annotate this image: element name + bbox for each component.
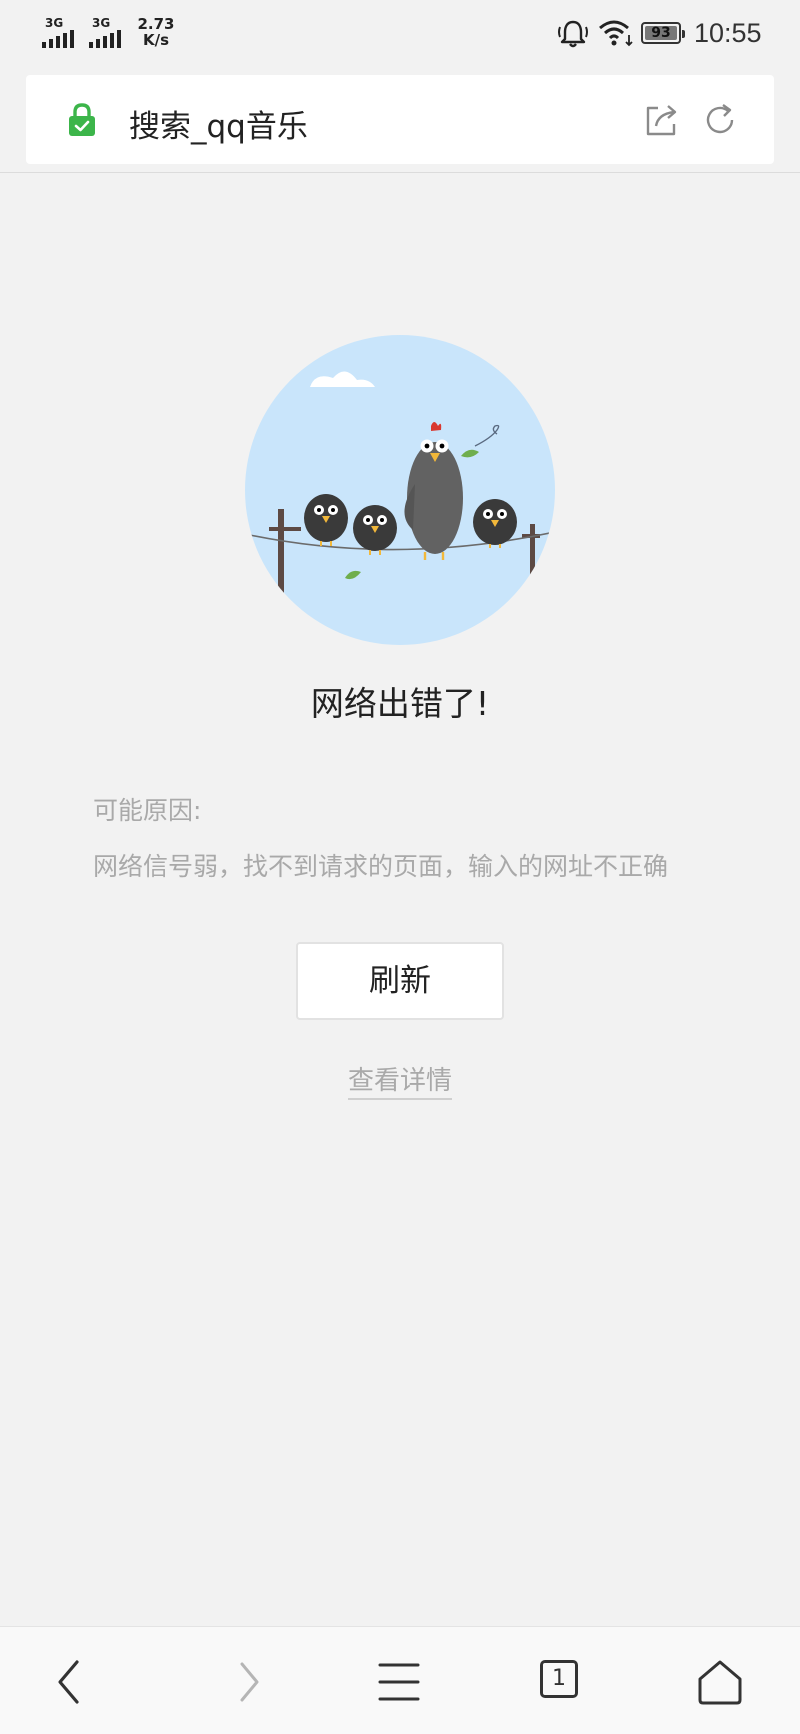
error-reasons: 可能原因: 网络信号弱，找不到请求的页面，输入的网址不正确 [93, 783, 668, 895]
battery-icon: 93 [641, 22, 685, 44]
status-bar: 3G 3G 2.73 K/s 93 10:55 [0, 0, 800, 66]
clock: 10:55 [694, 18, 762, 48]
battery-level: 93 [651, 25, 671, 41]
refresh-icon[interactable] [702, 102, 738, 138]
net-speed-unit: K/s [142, 31, 170, 49]
bottom-nav: 1 [0, 1626, 800, 1734]
bell-icon [558, 20, 588, 48]
net-speed: 2.73 K/s [134, 16, 178, 48]
reasons-label: 可能原因: [93, 796, 202, 825]
menu-icon[interactable] [374, 1657, 424, 1707]
birds-on-wire-illustration [245, 335, 555, 645]
tabs-icon[interactable]: 1 [540, 1660, 578, 1698]
home-icon[interactable] [695, 1657, 745, 1707]
details-link-container: 查看详情 [0, 1060, 800, 1100]
address-bar-divider [0, 172, 800, 173]
forward-icon[interactable] [224, 1657, 274, 1707]
view-details-link[interactable]: 查看详情 [347, 1066, 452, 1100]
signal-label: 3G [45, 16, 64, 30]
net-speed-value: 2.73 [137, 15, 175, 33]
back-icon[interactable] [46, 1657, 96, 1707]
reasons-text: 网络信号弱，找不到请求的页面，输入的网址不正确 [93, 852, 669, 881]
lock-icon [69, 103, 95, 136]
page-title: 搜索_qq音乐 [129, 109, 308, 145]
address-bar[interactable]: 搜索_qq音乐 [26, 75, 774, 164]
wifi-icon [599, 20, 633, 47]
refresh-button[interactable]: 刷新 [296, 942, 504, 1020]
share-icon[interactable] [644, 102, 680, 138]
error-title: 网络出错了! [310, 684, 490, 723]
signal-label: 3G [92, 16, 111, 30]
